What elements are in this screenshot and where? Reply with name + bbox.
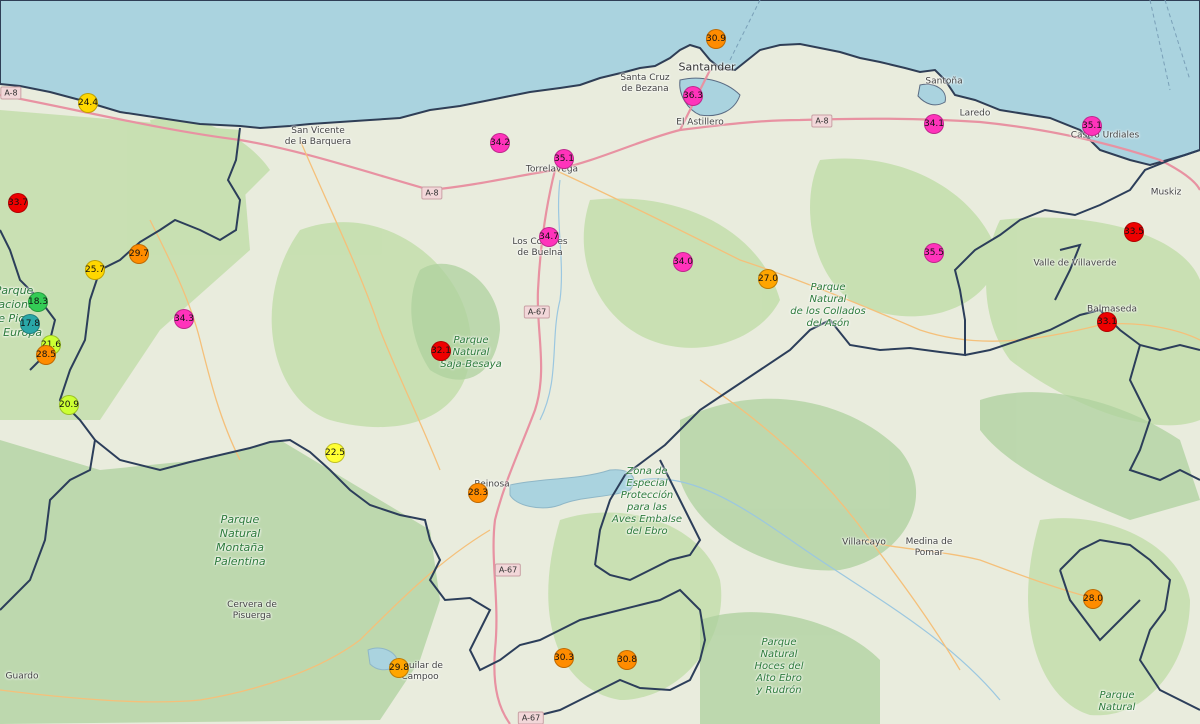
park-ebro-zepa: Zona de Especial Protección para las Aves Em… [612, 466, 682, 537]
temperature-marker[interactable]: 36.3 [683, 86, 703, 106]
temperature-marker[interactable]: 34.0 [673, 252, 693, 272]
label-laredo: Laredo [959, 108, 991, 119]
label-santander: Santander [678, 60, 736, 74]
temperature-marker[interactable]: 34.7 [539, 227, 559, 247]
road-a8-east: A-8 [811, 114, 833, 128]
temperature-marker[interactable]: 17.8 [20, 314, 40, 334]
label-santa-cruz: Santa Cruz de Bezana [620, 73, 670, 94]
temperature-marker[interactable]: 30.3 [554, 648, 574, 668]
road-a67-south: A-67 [494, 563, 522, 577]
temperature-marker[interactable]: 24.4 [78, 93, 98, 113]
temperature-marker[interactable]: 33.1 [1097, 312, 1117, 332]
temperature-marker[interactable]: 30.8 [617, 650, 637, 670]
temperature-marker[interactable]: 35.5 [924, 243, 944, 263]
label-castro-urdiales: Castro Urdiales [1070, 130, 1140, 141]
temperature-marker[interactable]: 29.8 [389, 658, 409, 678]
park-hoces-ebro: Parque Natural Hoces del Alto Ebro y Rudrón [754, 637, 804, 696]
temperature-marker[interactable]: 32.1 [431, 341, 451, 361]
temperature-marker[interactable]: 33.7 [8, 193, 28, 213]
label-cervera: Cervera de Pisuerga [227, 600, 277, 621]
temperature-marker[interactable]: 22.5 [325, 443, 345, 463]
label-medina-pomar: Medina de Pomar [905, 537, 953, 558]
temperature-marker[interactable]: 34.2 [490, 133, 510, 153]
park-bottom-right: Parque Natural [1098, 690, 1136, 713]
temperature-marker[interactable]: 29.7 [129, 244, 149, 264]
temperature-marker[interactable]: 34.3 [174, 309, 194, 329]
temperature-marker[interactable]: 28.3 [468, 483, 488, 503]
label-muskiz: Muskiz [1150, 187, 1182, 198]
temperature-marker[interactable]: 35.1 [1082, 116, 1102, 136]
temperature-marker[interactable]: 34.1 [924, 114, 944, 134]
temperature-marker[interactable]: 28.0 [1083, 589, 1103, 609]
park-collados-ason: Parque Natural de los Collados del Asón [790, 282, 866, 329]
map-view[interactable]: Santander Santa Cruz de Bezana El Astillero… [0, 0, 1200, 724]
label-villarcayo: Villarcayo [842, 537, 886, 548]
temperature-marker[interactable]: 33.5 [1124, 222, 1144, 242]
label-valle-villaverde: Valle de Villaverde [1033, 258, 1117, 269]
label-san-vicente: San Vicente de la Barquera [284, 126, 352, 147]
road-s-south: A-67 [517, 711, 545, 724]
temperature-marker[interactable]: 27.0 [758, 269, 778, 289]
basemap [0, 0, 1200, 724]
road-a8-center: A-8 [421, 186, 443, 200]
temperature-marker[interactable]: 18.3 [28, 292, 48, 312]
temperature-marker[interactable]: 35.1 [554, 149, 574, 169]
park-montana-palentina: Parque Natural Montaña Palentina [214, 513, 266, 568]
road-a67-north: A-67 [523, 305, 551, 319]
label-el-astillero: El Astillero [676, 117, 724, 128]
label-guardo: Guardo [5, 671, 39, 682]
temperature-marker[interactable]: 28.5 [36, 345, 56, 365]
road-a8-west: A-8 [0, 86, 22, 100]
temperature-marker[interactable]: 30.9 [706, 29, 726, 49]
temperature-marker[interactable]: 25.7 [85, 260, 105, 280]
label-santona: Santoña [925, 76, 963, 87]
temperature-marker[interactable]: 20.9 [59, 395, 79, 415]
